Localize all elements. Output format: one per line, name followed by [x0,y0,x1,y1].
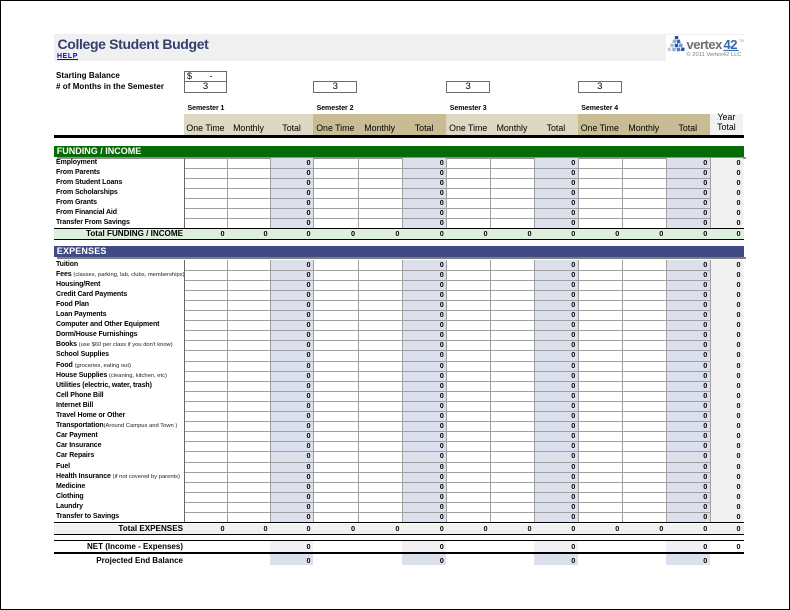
svg-text:42: 42 [724,37,738,52]
svg-text:TM: TM [739,39,744,43]
svg-text:vertex: vertex [687,37,724,52]
